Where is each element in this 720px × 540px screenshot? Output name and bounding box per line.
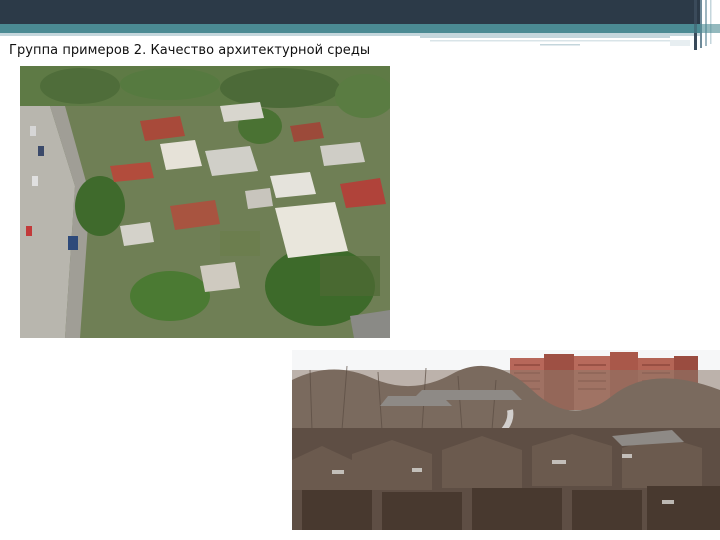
slide-title: Группа примеров 2. Качество архитектурно… (9, 43, 371, 58)
old-houses-skyline-photo (292, 350, 720, 530)
header-teal-band (0, 24, 700, 33)
header-rule-lines (420, 36, 690, 46)
aerial-housing-photo (20, 66, 390, 338)
header-dark-band (0, 0, 700, 24)
presentation-slide: Группа примеров 2. Качество архитектурно… (0, 0, 720, 540)
